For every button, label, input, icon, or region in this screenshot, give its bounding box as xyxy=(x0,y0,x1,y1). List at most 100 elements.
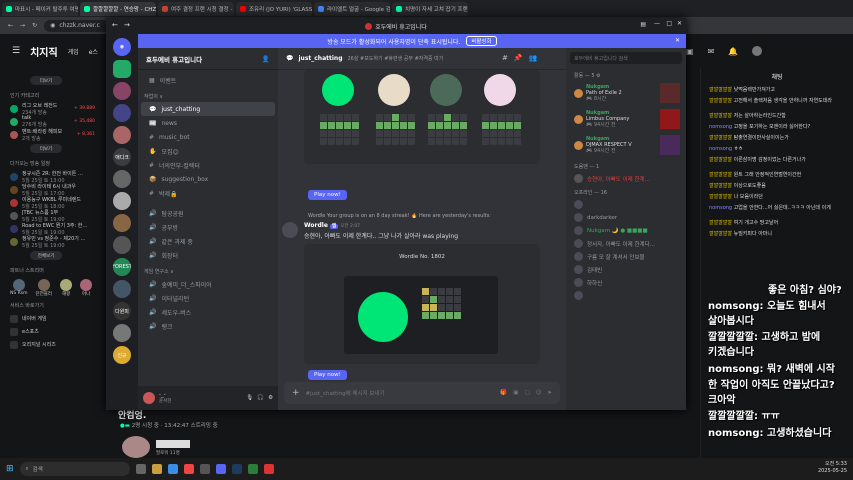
server-icon[interactable] xyxy=(113,82,131,100)
member-item[interactable]: darkdarker xyxy=(566,211,686,224)
browser-tab[interactable]: 여주 결정 프랜 시청 결정 - CU xyxy=(158,1,234,16)
disable-streamer-mode-button[interactable]: 비활성화 xyxy=(466,36,497,46)
taskbar-clock[interactable]: 오전 5:33 2025-05-25 xyxy=(818,461,847,475)
voice-channel[interactable]: 🔊 숲예미_더_스파이어 xyxy=(141,277,275,291)
server-icon[interactable] xyxy=(113,324,131,342)
schedule-item[interactable]: 정유민 vs 정준수 - 제20기 … 5월 25일 토 19:00 xyxy=(0,235,105,249)
member-item[interactable]: 정서자, 아빠도 이제 한계다... xyxy=(566,237,686,250)
reply-reference[interactable]: Wordle Your group is on an 8 day streak!… xyxy=(308,213,558,219)
all-schedule-button[interactable]: 전체보기 xyxy=(30,251,62,260)
settings-gear-icon[interactable]: ⚙ xyxy=(268,395,273,401)
reload-icon[interactable]: ↻ xyxy=(32,22,37,29)
server-icon[interactable]: 신규 xyxy=(113,346,131,364)
voice-channel[interactable]: 🔊 랭크 xyxy=(141,319,275,333)
voice-channel[interactable]: 🔊 같은 과제 중 xyxy=(141,234,275,248)
members-icon[interactable]: 👥 xyxy=(529,54,538,62)
voice-channel[interactable]: 🔊 세도우-버스 xyxy=(141,305,275,319)
windows-start-icon[interactable]: ⊞ xyxy=(6,464,14,474)
close-icon[interactable]: ✕ xyxy=(677,20,682,27)
message-input[interactable]: #just_chatting에 메시지 보내기 xyxy=(306,389,495,397)
voice-channel[interactable]: 🔊 이터널리턴 xyxy=(141,291,275,305)
nav-game[interactable]: 게임 xyxy=(68,47,79,56)
avatar[interactable] xyxy=(143,392,155,404)
message-composer[interactable]: + #just_chatting에 메시지 보내기 🎁 ▣ ▢ ☺ ➤ xyxy=(284,382,560,404)
server-icon[interactable] xyxy=(113,192,131,210)
browser-tab[interactable]: 치명이 자세 고쳐 잡기 프랜 - xyxy=(392,1,468,16)
partner-item[interactable]: 던전블러 xyxy=(36,279,52,297)
server-icon[interactable] xyxy=(113,60,131,78)
streamer-avatar[interactable] xyxy=(122,436,150,458)
category-general[interactable]: 작업이 ∨ xyxy=(138,87,278,102)
channel-pinned[interactable]: # 박제🔒 xyxy=(141,186,275,200)
menu-icon[interactable]: ☰ xyxy=(12,46,20,56)
server-icon[interactable] xyxy=(113,214,131,232)
back-icon[interactable]: ← xyxy=(112,21,118,29)
browser-tab[interactable]: 라이엘트 얼굴 - Google 검색 xyxy=(314,1,390,16)
activity-card[interactable]: Nukgam Path of Exile 2 🎮 8시간 xyxy=(566,81,686,107)
threads-icon[interactable]: # xyxy=(502,54,508,62)
service-link[interactable]: e스포츠 xyxy=(0,325,105,338)
emoji-icon[interactable]: ☺ xyxy=(536,390,542,396)
gif-icon[interactable]: ▣ xyxy=(513,390,518,396)
schedule-item[interactable]: Road to EWC 뭔기 3주: 한… 5월 25일 토 19:00 xyxy=(0,222,105,236)
gift-icon[interactable]: 🎁 xyxy=(500,390,507,396)
server-icon[interactable] xyxy=(113,126,131,144)
category-item[interactable]: 리그 오브 레전드 234개 방송 + 39,889 xyxy=(0,102,105,116)
browser-tab[interactable]: 조유리 (JO YURI) 'GLASS' xyxy=(236,1,312,16)
server-icon[interactable] xyxy=(113,170,131,188)
discord-home-icon[interactable]: ◉ xyxy=(113,38,131,56)
avatar[interactable] xyxy=(752,46,763,56)
partner-item[interactable]: NS Rsm xyxy=(10,279,28,297)
category-game-lab[interactable]: 게임 연구소 ∨ xyxy=(138,262,278,277)
back-icon[interactable]: ← xyxy=(8,22,13,29)
obs-icon[interactable] xyxy=(263,464,274,474)
forward-icon[interactable]: → xyxy=(124,21,130,29)
browser-tab-active[interactable]: 깔깔깔깔깔 - 연승왕 - CHZZK xyxy=(80,1,156,16)
server-icon[interactable] xyxy=(113,104,131,122)
send-icon[interactable]: ➤ xyxy=(547,390,552,396)
taskbar-search[interactable]: ⌕ 검색 xyxy=(19,462,130,476)
member-item[interactable]: 승현아, 아빠도 이제 한계... xyxy=(566,172,686,185)
schedule-item[interactable]: 당수비 라이테 6시 내과우 5월 25일 토 17:00 xyxy=(0,183,105,197)
schedule-item[interactable]: 이용능구 WKBL 루미네렌드 5월 25일 토 18:00 xyxy=(0,196,105,210)
activity-card[interactable]: Nukgam DJMAX RESPECT V 🎮 94시간 전 xyxy=(566,133,686,159)
task-view-icon[interactable] xyxy=(135,464,146,474)
channel-collector[interactable]: # 너의안부-컬렉터 xyxy=(141,158,275,172)
channel-music-bot[interactable]: # music_bot xyxy=(141,130,275,144)
more-button[interactable]: 더보기 xyxy=(30,144,62,153)
category-item[interactable]: talk 276개 방송 + 35,480 xyxy=(0,115,105,128)
sticker-icon[interactable]: ▢ xyxy=(524,390,529,396)
pin-icon[interactable]: 📌 xyxy=(514,54,523,62)
app-icon[interactable] xyxy=(199,464,210,474)
play-now-button[interactable]: Play now! xyxy=(308,370,347,380)
member-item[interactable]: 하하신 xyxy=(566,276,686,289)
server-icon[interactable] xyxy=(113,236,131,254)
add-attachment-icon[interactable]: + xyxy=(292,388,300,398)
bell-icon[interactable]: 🔔 xyxy=(728,47,738,56)
channel-recruit[interactable]: ✋ 모집😊 xyxy=(141,144,275,158)
nav-esports[interactable]: e스 xyxy=(89,47,98,56)
schedule-item[interactable]: JTBC 뉴스룸 1부 5월 25일 토 19:00 xyxy=(0,209,105,223)
channel-suggestion-box[interactable]: 📦 suggestion_box xyxy=(141,172,275,186)
voice-channel[interactable]: 🔊 탐공공원 xyxy=(141,206,275,220)
app-icon[interactable] xyxy=(247,464,258,474)
studio-icon[interactable]: ▣ xyxy=(686,47,694,56)
member-item[interactable]: 김태빈 xyxy=(566,263,686,276)
edge-icon[interactable] xyxy=(167,464,178,474)
inbox-icon[interactable]: ▤ xyxy=(640,21,646,28)
partner-item[interactable]: 아나 xyxy=(80,279,93,297)
play-now-button[interactable]: Play now! xyxy=(308,190,347,200)
maximize-icon[interactable]: □ xyxy=(666,20,672,27)
voice-channel[interactable]: 🔊 회장터 xyxy=(141,248,275,262)
message-author[interactable]: Wordle 앱 오전 2:07 xyxy=(304,222,360,229)
discord-icon[interactable] xyxy=(215,464,226,474)
headphones-icon[interactable]: 🎧 xyxy=(257,395,264,401)
activity-card[interactable]: Nukgam Limbus Company 🎮 94시간 전 xyxy=(566,107,686,133)
chat-icon[interactable]: ✉ xyxy=(708,47,715,56)
schedule-item[interactable]: 정규시즌 2R: 한전 바이튼 … 5월 25일 토 13:00 xyxy=(0,170,105,184)
member-item[interactable] xyxy=(566,289,686,302)
category-item[interactable]: 멘트:배라킹 해피보 2개 방송 + 8,361 xyxy=(0,128,105,142)
member-item[interactable] xyxy=(566,198,686,211)
steam-icon[interactable] xyxy=(231,464,242,474)
channel-just-chatting[interactable]: 💬 just_chatting xyxy=(141,102,275,116)
